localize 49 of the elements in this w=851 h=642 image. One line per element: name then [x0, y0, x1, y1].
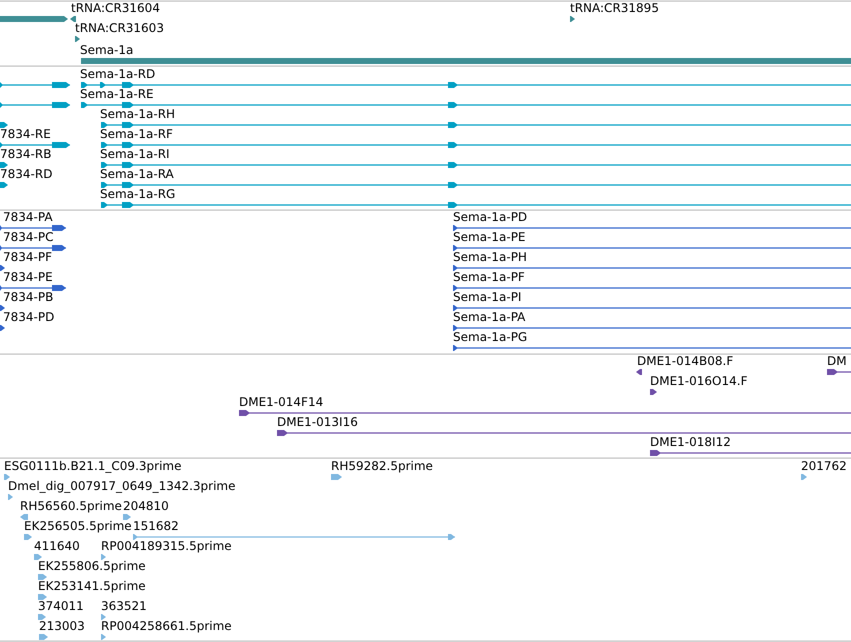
feature-label[interactable]: Sema-1a-PG — [453, 330, 528, 344]
feature-label[interactable]: 374011 — [38, 599, 84, 613]
feature-label[interactable]: tRNA:CR31603 — [75, 21, 164, 35]
feature-label[interactable]: Sema-1a — [80, 43, 134, 57]
feature-label[interactable]: RP004258661.5prime — [101, 619, 232, 633]
feature-label[interactable]: 201762 — [801, 459, 847, 473]
feature-label[interactable]: 7834-PD — [3, 310, 54, 324]
feature-label[interactable]: Sema-1a-PA — [453, 310, 526, 324]
feature-label[interactable]: 7834-RD — [0, 167, 52, 181]
feature-label[interactable]: tRNA:CR31895 — [570, 1, 659, 15]
feature-label[interactable]: Sema-1a-RG — [100, 187, 176, 201]
feature-label[interactable]: DME1-013I16 — [277, 415, 358, 429]
feature-label[interactable]: DME1-018I12 — [650, 435, 731, 449]
feature-label[interactable]: 363521 — [101, 599, 147, 613]
feature-label[interactable]: 7834-PB — [3, 290, 54, 304]
feature-label[interactable]: EK256505.5prime — [24, 519, 132, 533]
feature-label[interactable]: 7834-PF — [3, 250, 52, 264]
feature-label[interactable]: Sema-1a-RH — [100, 107, 176, 121]
feature-label[interactable]: 204810 — [123, 499, 169, 513]
feature-label[interactable]: RH59282.5prime — [331, 459, 433, 473]
feature-label[interactable]: 7834-RB — [0, 147, 52, 161]
feature-label[interactable]: EK255806.5prime — [38, 559, 146, 573]
feature-label[interactable]: tRNA:CR31604 — [71, 1, 160, 15]
feature-label[interactable]: EK253141.5prime — [38, 579, 146, 593]
feature-label[interactable]: 151682 — [133, 519, 179, 533]
feature-label[interactable]: ESG0111b.B21.1_C09.3prime — [4, 459, 182, 473]
feature-label[interactable]: Sema-1a-PI — [453, 290, 522, 304]
feature-label[interactable]: Sema-1a-RF — [100, 127, 173, 141]
feature-label[interactable]: 7834-PE — [3, 270, 53, 284]
feature-label[interactable]: Sema-1a-RD — [80, 67, 156, 81]
feature-label[interactable]: 411640 — [34, 539, 80, 553]
feature-label[interactable]: RH56560.5prime — [20, 499, 122, 513]
feature-label[interactable]: Sema-1a-PE — [453, 230, 526, 244]
feature-label[interactable]: Sema-1a-RI — [100, 147, 170, 161]
feature-label[interactable]: 213003 — [39, 619, 85, 633]
feature-label[interactable]: Dmel_dig_007917_0649_1342.3prime — [8, 479, 236, 493]
feature-label[interactable]: Sema-1a-PH — [453, 250, 527, 264]
feature-label[interactable]: Sema-1a-PF — [453, 270, 525, 284]
feature-label[interactable]: Sema-1a-RA — [100, 167, 174, 181]
feature-label[interactable]: 7834-PC — [3, 230, 54, 244]
feature-label[interactable]: DME1-014F14 — [239, 395, 324, 409]
feature-label[interactable]: Sema-1a-PD — [453, 210, 528, 224]
feature-label[interactable]: Sema-1a-RE — [80, 87, 154, 101]
feature-label[interactable]: 7834-RE — [0, 127, 51, 141]
feature-label[interactable]: RP004189315.5prime — [101, 539, 232, 553]
feature-label[interactable]: DME1-014B08.F — [637, 354, 734, 368]
feature-label[interactable]: DME1-016O14.F — [650, 374, 748, 388]
feature-label[interactable]: DM — [827, 354, 847, 368]
feature-label[interactable]: 7834-PA — [3, 210, 53, 224]
